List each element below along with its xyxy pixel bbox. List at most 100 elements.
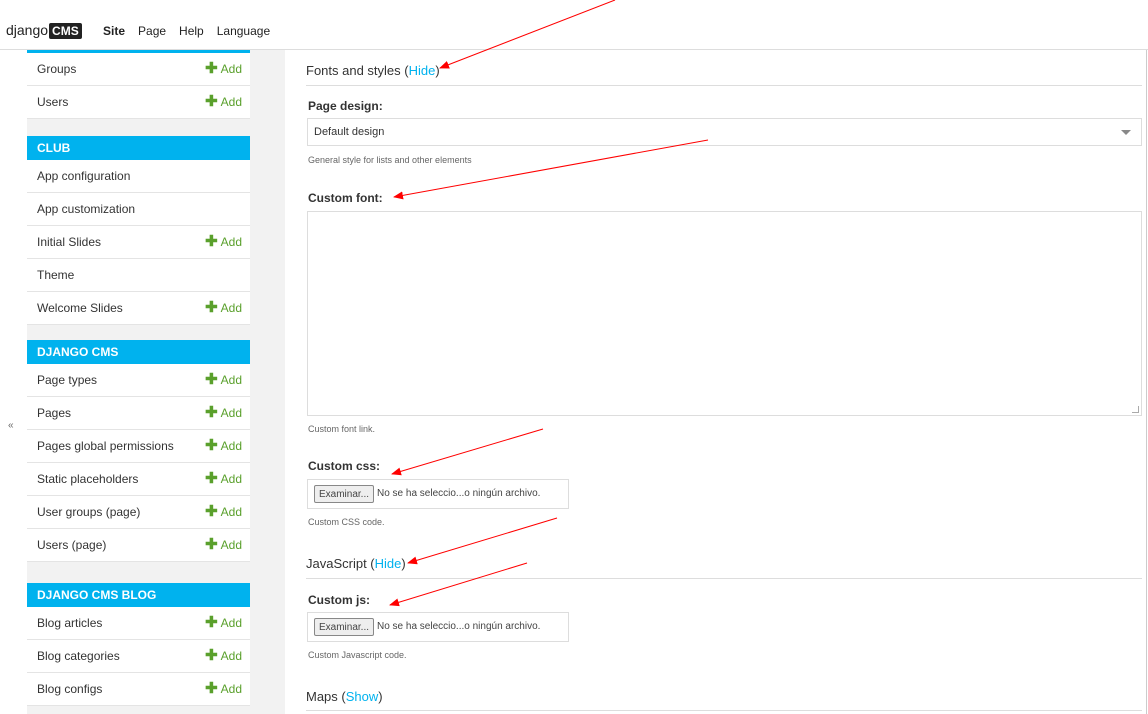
add-label: Add [220,406,242,420]
module-title-club[interactable]: CLUB [27,136,250,160]
section-title-close: ) [435,63,440,78]
menu-site[interactable]: Site [103,24,125,38]
sidebar-item-label: App customization [37,202,136,216]
sidebar-item-pages-global-permissions[interactable]: Pages global permissions ✚ Add [27,430,250,463]
sidebar-item-user-groups-page[interactable]: User groups (page) ✚ Add [27,496,250,529]
sidebar-item-welcome-slides[interactable]: Welcome Slides ✚ Add [27,292,250,325]
add-label: Add [220,616,242,630]
browse-css-button[interactable]: Examinar... [314,485,375,503]
sidebar-toggle-strip: « [0,50,27,714]
add-label: Add [220,649,242,663]
javascript-section-title: JavaScript (Hide) [306,556,406,571]
sidebar-item-label: Users [37,95,69,109]
sidebar-item-blog-categories[interactable]: Blog categories ✚ Add [27,640,250,673]
sidebar-item-users[interactable]: Users ✚ Add [27,86,250,119]
divider [306,710,1142,711]
section-title-text: Maps ( [306,689,346,704]
module-title-django-cms[interactable]: DJANGO CMS [27,340,250,364]
add-label: Add [220,439,242,453]
sidebar-item-groups[interactable]: Groups ✚ Add [27,53,250,86]
sidebar-item-users-page[interactable]: Users (page) ✚ Add [27,529,250,562]
section-title-text: JavaScript ( [306,556,375,571]
sidebar-item-blog-articles[interactable]: Blog articles ✚ Add [27,607,250,640]
add-users-page-button[interactable]: ✚ Add [205,529,242,561]
add-pages-button[interactable]: ✚ Add [205,397,242,429]
add-welcome-slides-button[interactable]: ✚ Add [205,292,242,324]
plus-icon: ✚ [205,536,218,553]
custom-font-label: Custom font: [308,191,383,205]
custom-font-help: Custom font link. [308,424,376,434]
page-design-select[interactable]: Default design [307,118,1142,146]
maps-section-title: Maps (Show) [306,689,383,704]
module-django-cms: DJANGO CMS Page types ✚ Add Pages ✚ Add Page… [27,340,250,562]
add-label: Add [220,373,242,387]
main-form: Fonts and styles (Hide) Page design: Def… [285,50,1148,714]
sidebar-item-label: Static placeholders [37,472,139,486]
add-page-types-button[interactable]: ✚ Add [205,364,242,396]
sidebar-item-label: Initial Slides [37,235,102,249]
module-club: CLUB App configuration App customization… [27,136,250,325]
add-groups-button[interactable]: ✚ Add [205,53,242,85]
divider [306,578,1142,579]
django-cms-logo[interactable]: django CMS [6,22,82,39]
menu-page[interactable]: Page [138,24,166,38]
plus-icon: ✚ [205,470,218,487]
add-label: Add [220,62,242,76]
add-blog-categories-button[interactable]: ✚ Add [205,640,242,672]
sidebar-item-static-placeholders[interactable]: Static placeholders ✚ Add [27,463,250,496]
custom-font-textarea[interactable] [307,211,1142,416]
module-title-django-cms-blog[interactable]: DJANGO CMS BLOG [27,583,250,607]
sidebar-item-app-configuration[interactable]: App configuration [27,160,250,193]
section-title-close: ) [401,556,406,571]
fonts-hide-link[interactable]: Hide [409,63,436,78]
cms-toolbar: django CMS Site Page Help Language [0,0,1148,50]
menu-language[interactable]: Language [217,24,270,38]
add-label: Add [220,235,242,249]
plus-icon: ✚ [205,503,218,520]
custom-css-file-input[interactable]: Examinar... No se ha seleccio...o ningún… [307,479,569,509]
sidebar-item-blog-configs[interactable]: Blog configs ✚ Add [27,673,250,706]
plus-icon: ✚ [205,614,218,631]
resize-handle-icon[interactable] [1132,406,1139,413]
sidebar-item-app-customization[interactable]: App customization [27,193,250,226]
window-edge [1146,50,1147,714]
custom-js-file-input[interactable]: Examinar... No se ha seleccio...o ningún… [307,612,569,642]
sidebar-item-label: Blog articles [37,616,103,630]
sidebar-item-theme[interactable]: Theme [27,259,250,292]
add-blog-configs-button[interactable]: ✚ Add [205,673,242,705]
menu-help[interactable]: Help [179,24,204,38]
add-pages-global-permissions-button[interactable]: ✚ Add [205,430,242,462]
sidebar-item-initial-slides[interactable]: Initial Slides ✚ Add [27,226,250,259]
add-users-button[interactable]: ✚ Add [205,86,242,118]
custom-js-help: Custom Javascript code. [308,650,407,660]
sidebar-item-label: App configuration [37,169,131,183]
custom-js-label: Custom js: [308,593,371,607]
maps-show-link[interactable]: Show [346,689,379,704]
file-status: No se ha seleccio...o ningún archivo. [377,488,541,499]
collapse-sidebar-icon[interactable]: « [8,420,14,431]
plus-icon: ✚ [205,437,218,454]
plus-icon: ✚ [205,404,218,421]
custom-css-label: Custom css: [308,459,381,473]
sidebar-item-label: Pages global permissions [37,439,174,453]
divider [306,85,1142,86]
sidebar-item-pages[interactable]: Pages ✚ Add [27,397,250,430]
add-label: Add [220,505,242,519]
add-user-groups-page-button[interactable]: ✚ Add [205,496,242,528]
sidebar-item-label: Users (page) [37,538,107,552]
sidebar-item-label: Welcome Slides [37,301,123,315]
plus-icon: ✚ [205,60,218,77]
add-static-placeholders-button[interactable]: ✚ Add [205,463,242,495]
sidebar-item-label: User groups (page) [37,505,141,519]
javascript-hide-link[interactable]: Hide [375,556,402,571]
sidebar-item-label: Blog configs [37,682,103,696]
page-design-help: General style for lists and other elemen… [308,155,472,165]
add-blog-articles-button[interactable]: ✚ Add [205,607,242,639]
chevron-down-icon [1121,130,1131,135]
browse-js-button[interactable]: Examinar... [314,618,375,636]
sidebar-item-label: Groups [37,62,77,76]
sidebar-item-page-types[interactable]: Page types ✚ Add [27,364,250,397]
add-initial-slides-button[interactable]: ✚ Add [205,226,242,258]
toolbar-menu: Site Page Help Language [103,24,283,38]
plus-icon: ✚ [205,647,218,664]
